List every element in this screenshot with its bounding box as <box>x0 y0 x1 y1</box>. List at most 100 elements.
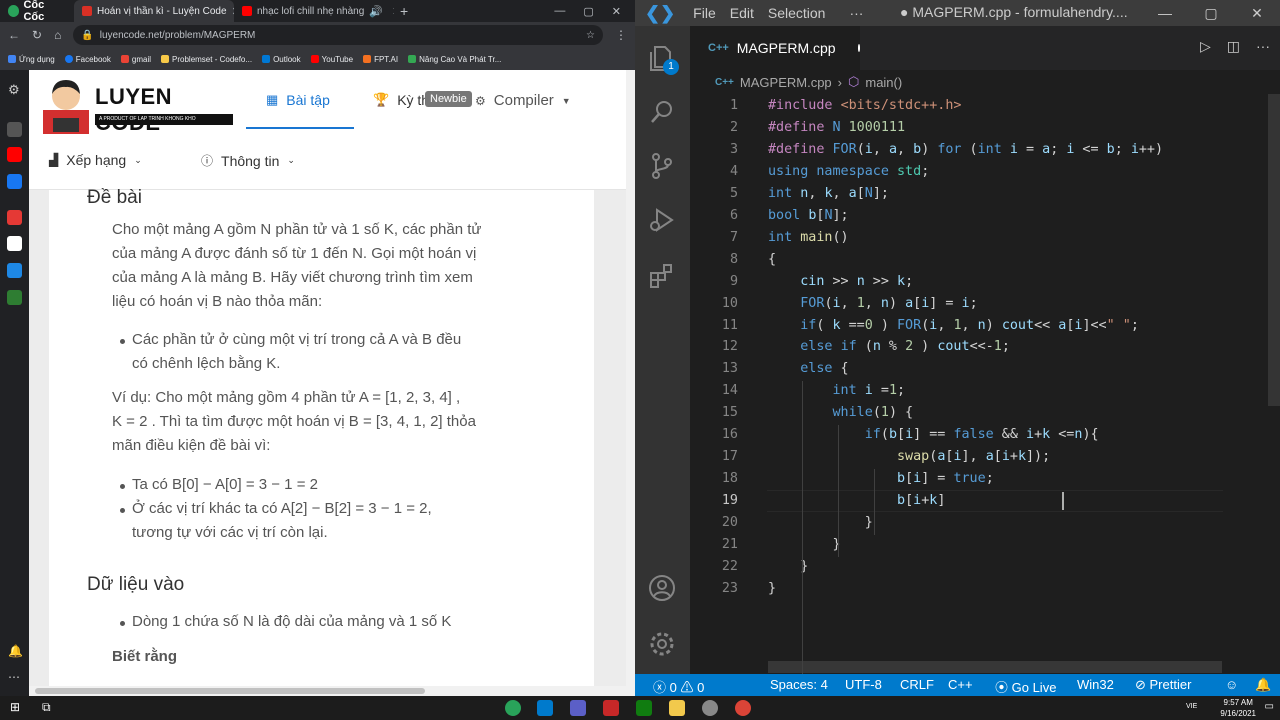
gear-icon[interactable] <box>648 630 676 658</box>
minimize-icon[interactable]: — <box>1142 0 1188 26</box>
menu-file[interactable]: File <box>693 5 716 21</box>
new-tab-button[interactable]: + <box>394 3 414 19</box>
bookmark-nangcao[interactable]: Nâng Cao Và Phát Tr... <box>408 55 501 64</box>
encoding-status[interactable]: UTF-8 <box>845 677 882 692</box>
notification-icon[interactable]: ▭ <box>1265 701 1274 712</box>
gear-icon[interactable]: ⚙ <box>8 82 20 98</box>
extensions-icon[interactable]: ⋮ <box>615 28 627 42</box>
language-status[interactable]: C++ <box>948 677 973 692</box>
nav-contest[interactable]: 🏆 Kỳ thi <box>373 92 432 108</box>
editor-vertical-scrollbar[interactable] <box>1268 94 1280 406</box>
code-line[interactable]: else { <box>768 358 848 380</box>
speaker-icon[interactable]: 🔊 <box>369 5 383 18</box>
code-line[interactable]: FOR(i, 1, n) a[i] = i; <box>768 293 977 315</box>
vscode-icon[interactable] <box>537 700 553 716</box>
breadcrumb-symbol[interactable]: main() <box>865 75 902 90</box>
nav-info[interactable]: ⓘ Thông tin ⌄ <box>201 152 295 169</box>
language-indicator[interactable]: VIE <box>1186 703 1197 710</box>
youtube-icon[interactable] <box>7 147 22 162</box>
menu-selection[interactable]: Selection <box>768 5 826 21</box>
reload-icon[interactable]: ↻ <box>32 28 42 42</box>
app-icon[interactable] <box>7 263 22 278</box>
tab-luyencode[interactable]: Hoán vị thần kì - Luyện Code ✕ <box>74 0 234 22</box>
unsaved-dot-icon[interactable] <box>857 44 860 52</box>
prettier-status[interactable]: ⊘ Prettier <box>1135 677 1191 693</box>
editor-horizontal-scrollbar[interactable] <box>768 661 1222 673</box>
extensions-icon[interactable] <box>648 262 676 290</box>
account-icon[interactable] <box>648 574 676 602</box>
run-icon[interactable]: ▷ <box>1200 38 1211 55</box>
code-line[interactable]: #include <bits/stdc++.h> <box>768 95 962 117</box>
code-line[interactable]: int n, k, a[N]; <box>768 183 889 205</box>
eol-status[interactable]: CRLF <box>900 677 934 692</box>
platform-status[interactable]: Win32 <box>1077 677 1114 692</box>
facebook-icon[interactable] <box>7 174 22 189</box>
code-line[interactable]: else if (n % 2 ) cout<<-1; <box>768 336 1010 358</box>
golive-button[interactable]: ⦿ Go Live <box>995 677 1056 696</box>
bookmark-codeforces[interactable]: Problemset - Codefo... <box>161 55 252 64</box>
source-control-icon[interactable] <box>648 152 676 180</box>
folder-icon[interactable] <box>669 700 685 716</box>
bookmark-gmail[interactable]: gmail <box>120 55 151 64</box>
xbox-icon[interactable] <box>636 700 652 716</box>
more-icon[interactable]: ⋯ <box>8 670 20 684</box>
code-line[interactable]: } <box>768 578 776 600</box>
search-icon[interactable] <box>648 98 676 126</box>
code-line[interactable]: cin >> n >> k; <box>768 271 913 293</box>
more-actions-icon[interactable]: ··· <box>1256 38 1270 55</box>
teams-icon[interactable] <box>570 700 586 716</box>
code-editor[interactable]: 1 #include <bits/stdc++.h> 2 #define N 1000… <box>690 94 1280 711</box>
split-editor-icon[interactable]: ◫ <box>1227 38 1240 55</box>
tab-youtube[interactable]: nhạc lofi chill nhẹ nhàng 🔊 ✕ <box>234 0 394 22</box>
nav-ranking[interactable]: ▟ Xếp hạng ⌄ <box>49 152 142 168</box>
code-line[interactable]: { <box>768 249 776 271</box>
chrome-icon[interactable] <box>735 700 751 716</box>
code-line[interactable]: if( k ==0 ) FOR(i, 1, n) cout<< a[i]<<" … <box>768 315 1139 337</box>
maximize-icon[interactable]: ▢ <box>1188 0 1234 26</box>
nav-compiler[interactable]: ⚙ Compiler ▼ <box>475 92 571 109</box>
maximize-icon[interactable]: ▢ <box>583 5 593 18</box>
indentation-status[interactable]: Spaces: 4 <box>770 677 828 692</box>
bookmark-fptai[interactable]: FPT.AI <box>363 55 398 64</box>
start-icon[interactable]: ⊞ <box>10 700 20 714</box>
back-icon[interactable]: ← <box>8 28 20 42</box>
clock[interactable]: 9:57 AM 9/16/2021 <box>1220 697 1256 719</box>
run-debug-icon[interactable] <box>648 206 676 234</box>
code-line[interactable]: bool b[N]; <box>768 205 849 227</box>
code-line[interactable]: int main() <box>768 227 849 249</box>
task-view-icon[interactable]: ⧉ <box>42 700 51 715</box>
app-icon[interactable] <box>702 700 718 716</box>
bookmark-facebook[interactable]: Facebook <box>64 55 111 64</box>
breadcrumb-file[interactable]: MAGPERM.cpp <box>740 75 832 90</box>
menu-edit[interactable]: Edit <box>730 5 754 21</box>
site-logo[interactable]: LUYEN CODE A PRODUCT OF LAP TRINH KHONG … <box>43 76 233 135</box>
code-line[interactable]: #define FOR(i, a, b) for (int i = a; i <… <box>768 139 1163 161</box>
page-vertical-scrollbar[interactable] <box>626 70 635 686</box>
bell-icon[interactable]: 🔔 <box>1255 677 1271 693</box>
bell-icon[interactable]: 🔔 <box>8 644 23 658</box>
app-icon[interactable] <box>603 700 619 716</box>
code-line[interactable]: using namespace std; <box>768 161 929 183</box>
page-horizontal-scrollbar[interactable] <box>29 686 635 696</box>
app-icon[interactable] <box>7 210 22 225</box>
star-icon[interactable]: ☆ <box>586 30 595 41</box>
bookmark-apps[interactable]: Ứng dụng <box>8 55 55 64</box>
app-icon[interactable] <box>7 290 22 305</box>
add-panel-icon[interactable] <box>7 122 22 137</box>
code-line[interactable]: #define N 1000111 <box>768 117 905 139</box>
home-icon[interactable]: ⌂ <box>54 28 61 42</box>
browser-brand[interactable]: Cốc Cốc <box>0 0 74 23</box>
menu-more[interactable]: ··· <box>849 5 863 21</box>
app-icon[interactable] <box>7 236 22 251</box>
tab-magperm[interactable]: C++ MAGPERM.cpp <box>690 26 860 70</box>
bookmark-youtube[interactable]: YouTube <box>310 55 353 64</box>
address-bar[interactable]: 🔒 luyencode.net/problem/MAGPERM ☆ <box>73 25 603 45</box>
minimize-icon[interactable]: — <box>554 5 565 18</box>
coccoc-icon[interactable] <box>505 700 521 716</box>
close-icon[interactable]: ✕ <box>612 5 621 18</box>
problems-status[interactable]: ⓧ 0 ⚠ 0 <box>653 677 704 696</box>
close-icon[interactable]: ✕ <box>1234 0 1280 26</box>
feedback-icon[interactable]: ☺ <box>1225 677 1238 692</box>
bookmark-outlook[interactable]: Outlook <box>262 55 301 64</box>
close-icon[interactable]: ✕ <box>392 5 394 18</box>
